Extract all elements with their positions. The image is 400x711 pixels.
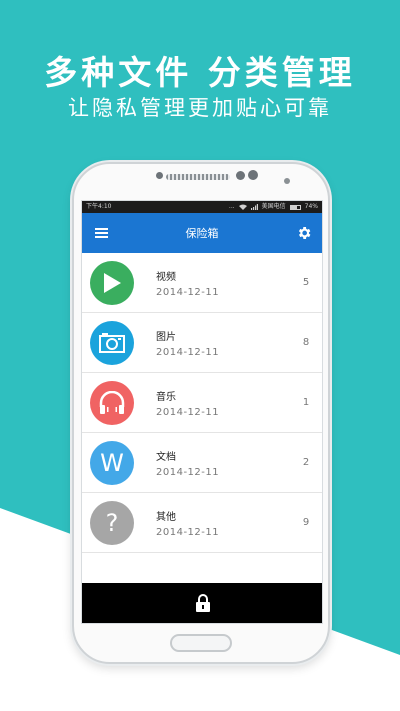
proximity-sensor-icon <box>248 170 258 180</box>
item-date: 2014-12-11 <box>156 346 220 358</box>
camera-icon <box>90 320 134 365</box>
item-name: 图片 <box>156 331 176 343</box>
headphones-icon <box>90 380 134 425</box>
item-name: 视频 <box>156 271 176 283</box>
list-item-other[interactable]: ? 其他 2014-12-11 9 <box>82 493 322 553</box>
item-count: 8 <box>302 337 310 348</box>
signal-icon <box>250 204 258 210</box>
question-icon: ? <box>90 500 134 545</box>
battery-icon <box>289 204 301 210</box>
phone-screen: 下午4:10 ... 美国电信 74% 保险箱 视频 2014-12-11 5 … <box>81 200 323 624</box>
item-date: 2014-12-11 <box>156 406 220 418</box>
light-sensor-icon <box>284 178 290 184</box>
menu-icon[interactable] <box>95 228 108 238</box>
app-bar: 保险箱 <box>82 213 322 253</box>
lock-icon[interactable] <box>195 593 211 613</box>
battery-level <box>290 205 298 209</box>
bottom-bar <box>82 583 322 623</box>
item-count: 1 <box>302 397 310 408</box>
front-camera-icon <box>236 171 245 180</box>
phone-frame: 下午4:10 ... 美国电信 74% 保险箱 视频 2014-12-11 5 … <box>72 162 330 664</box>
item-name: 文档 <box>156 451 176 463</box>
list-item-pictures[interactable]: 图片 2014-12-11 8 <box>82 313 322 373</box>
app-title: 保险箱 <box>185 227 219 240</box>
item-date: 2014-12-11 <box>156 466 220 478</box>
category-list: 视频 2014-12-11 5 图片 2014-12-11 8 音乐 2014-… <box>82 253 322 553</box>
home-button[interactable] <box>170 634 232 652</box>
play-icon <box>90 260 134 305</box>
status-carrier: 美国电信 <box>261 203 286 210</box>
wifi-icon <box>238 204 247 210</box>
status-battery: 74% <box>304 203 318 210</box>
item-date: 2014-12-11 <box>156 526 220 538</box>
status-more: ... <box>228 203 235 210</box>
list-item-music[interactable]: 音乐 2014-12-11 1 <box>82 373 322 433</box>
document-w-icon: W <box>90 440 134 485</box>
status-time: 下午4:10 <box>86 203 112 210</box>
camera-sensor-icon <box>156 172 163 179</box>
list-item-video[interactable]: 视频 2014-12-11 5 <box>82 253 322 313</box>
list-item-documents[interactable]: W 文档 2014-12-11 2 <box>82 433 322 493</box>
headline: 多种文件 分类管理 <box>44 53 356 92</box>
item-date: 2014-12-11 <box>156 286 220 298</box>
earpiece-speaker <box>166 174 230 180</box>
subline: 让隐私管理更加贴心可靠 <box>68 96 332 120</box>
item-name: 其他 <box>156 511 176 523</box>
item-count: 9 <box>302 517 310 528</box>
item-count: 5 <box>302 277 310 288</box>
item-count: 2 <box>302 457 310 468</box>
gear-icon[interactable] <box>296 225 312 241</box>
item-name: 音乐 <box>156 391 176 403</box>
status-bar: 下午4:10 ... 美国电信 74% <box>82 201 322 213</box>
